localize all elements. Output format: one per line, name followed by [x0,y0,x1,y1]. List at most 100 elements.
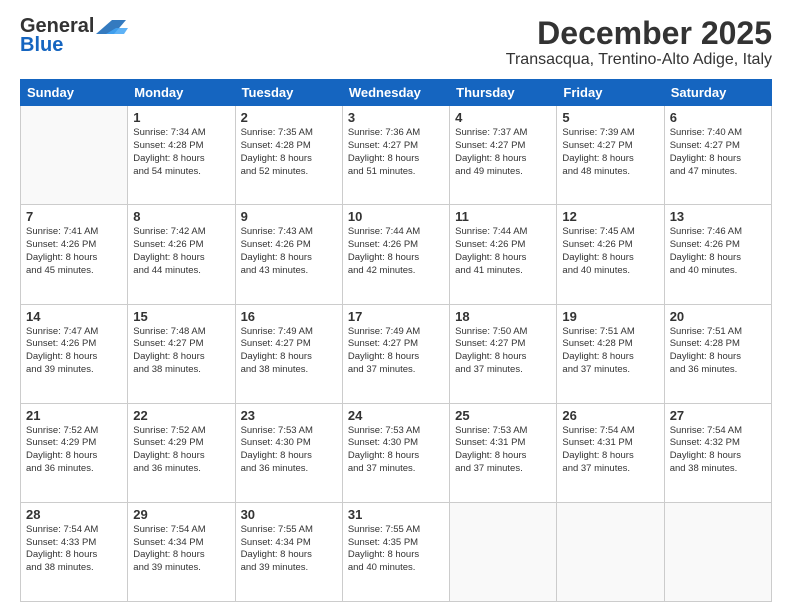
calendar-cell: 15 Sunrise: 7:48 AMSunset: 4:27 PMDayligh… [128,304,235,403]
calendar-subtitle: Transacqua, Trentino-Alto Adige, Italy [506,51,772,69]
day-info: Sunrise: 7:44 AMSunset: 4:26 PMDaylight:… [455,226,551,277]
calendar-cell: 5Sunrise: 7:39 AMSunset: 4:27 PMDaylight… [557,106,664,205]
calendar-cell: 30 Sunrise: 7:55 AMSunset: 4:34 PMDayligh… [235,502,342,601]
day-number: 14 [26,309,122,324]
calendar-cell [664,502,771,601]
calendar-cell: 11 Sunrise: 7:44 AMSunset: 4:26 PMDayligh… [450,205,557,304]
day-info: Sunrise: 7:34 AMSunset: 4:28 PMDaylight:… [133,127,229,178]
title-block: December 2025 Transacqua, Trentino-Alto … [506,16,772,69]
calendar-cell: 27Sunrise: 7:54 AMSunset: 4:32 PMDayligh… [664,403,771,502]
day-number: 27 [670,408,766,423]
day-header-thursday: Thursday [450,80,557,106]
calendar-cell: 19 Sunrise: 7:51 AMSunset: 4:28 PMDayligh… [557,304,664,403]
day-number: 17 [348,309,444,324]
day-number: 31 [348,507,444,522]
day-number: 11 [455,209,551,224]
day-number: 7 [26,209,122,224]
day-header-friday: Friday [557,80,664,106]
calendar-week-row: 14 Sunrise: 7:47 AMSunset: 4:26 PMDayligh… [21,304,772,403]
day-info: Sunrise: 7:49 AMSunset: 4:27 PMDaylight:… [241,326,337,377]
day-info: Sunrise: 7:47 AMSunset: 4:26 PMDaylight:… [26,326,122,377]
calendar-cell: 20 Sunrise: 7:51 AMSunset: 4:28 PMDayligh… [664,304,771,403]
day-info: Sunrise: 7:52 AMSunset: 4:29 PMDaylight:… [133,425,229,476]
calendar-title: December 2025 [506,16,772,51]
day-number: 10 [348,209,444,224]
day-number: 15 [133,309,229,324]
calendar-cell: 29Sunrise: 7:54 AMSunset: 4:34 PMDayligh… [128,502,235,601]
day-info: Sunrise: 7:44 AMSunset: 4:26 PMDaylight:… [348,226,444,277]
day-number: 30 [241,507,337,522]
logo-icon [96,16,128,36]
calendar-week-row: 7 Sunrise: 7:41 AMSunset: 4:26 PMDaylight… [21,205,772,304]
day-info: Sunrise: 7:48 AMSunset: 4:27 PMDaylight:… [133,326,229,377]
calendar-cell: 3 Sunrise: 7:36 AMSunset: 4:27 PMDaylight… [342,106,449,205]
day-info: Sunrise: 7:36 AMSunset: 4:27 PMDaylight:… [348,127,444,178]
day-info: Sunrise: 7:53 AMSunset: 4:30 PMDaylight:… [348,425,444,476]
day-header-saturday: Saturday [664,80,771,106]
day-number: 25 [455,408,551,423]
calendar-cell: 21 Sunrise: 7:52 AMSunset: 4:29 PMDayligh… [21,403,128,502]
day-number: 4 [455,110,551,125]
day-header-sunday: Sunday [21,80,128,106]
calendar-cell: 28Sunrise: 7:54 AMSunset: 4:33 PMDayligh… [21,502,128,601]
day-info: Sunrise: 7:43 AMSunset: 4:26 PMDaylight:… [241,226,337,277]
day-number: 16 [241,309,337,324]
day-info: Sunrise: 7:41 AMSunset: 4:26 PMDaylight:… [26,226,122,277]
calendar-cell: 12 Sunrise: 7:45 AMSunset: 4:26 PMDayligh… [557,205,664,304]
day-header-tuesday: Tuesday [235,80,342,106]
calendar-table: SundayMondayTuesdayWednesdayThursdayFrid… [20,79,772,602]
calendar-cell: 16 Sunrise: 7:49 AMSunset: 4:27 PMDayligh… [235,304,342,403]
day-info: Sunrise: 7:52 AMSunset: 4:29 PMDaylight:… [26,425,122,476]
day-number: 6 [670,110,766,125]
calendar-cell: 8 Sunrise: 7:42 AMSunset: 4:26 PMDaylight… [128,205,235,304]
calendar-week-row: 21 Sunrise: 7:52 AMSunset: 4:29 PMDayligh… [21,403,772,502]
day-info: Sunrise: 7:45 AMSunset: 4:26 PMDaylight:… [562,226,658,277]
day-info: Sunrise: 7:55 AMSunset: 4:34 PMDaylight:… [241,524,337,575]
day-number: 1 [133,110,229,125]
day-info: Sunrise: 7:46 AMSunset: 4:26 PMDaylight:… [670,226,766,277]
calendar-cell [21,106,128,205]
day-number: 9 [241,209,337,224]
day-info: Sunrise: 7:53 AMSunset: 4:30 PMDaylight:… [241,425,337,476]
calendar-cell: 31Sunrise: 7:55 AMSunset: 4:35 PMDayligh… [342,502,449,601]
day-info: Sunrise: 7:35 AMSunset: 4:28 PMDaylight:… [241,127,337,178]
calendar-header-row: SundayMondayTuesdayWednesdayThursdayFrid… [21,80,772,106]
calendar-cell: 4Sunrise: 7:37 AMSunset: 4:27 PMDaylight… [450,106,557,205]
page: General Blue December 2025 Transacqua, T… [0,0,792,612]
day-number: 3 [348,110,444,125]
day-number: 8 [133,209,229,224]
day-info: Sunrise: 7:40 AMSunset: 4:27 PMDaylight:… [670,127,766,178]
day-number: 2 [241,110,337,125]
calendar-cell: 6 Sunrise: 7:40 AMSunset: 4:27 PMDaylight… [664,106,771,205]
header: General Blue December 2025 Transacqua, T… [20,16,772,69]
day-info: Sunrise: 7:54 AMSunset: 4:31 PMDaylight:… [562,425,658,476]
day-info: Sunrise: 7:42 AMSunset: 4:26 PMDaylight:… [133,226,229,277]
day-info: Sunrise: 7:54 AMSunset: 4:34 PMDaylight:… [133,524,229,575]
calendar-cell: 18Sunrise: 7:50 AMSunset: 4:27 PMDayligh… [450,304,557,403]
day-header-monday: Monday [128,80,235,106]
day-info: Sunrise: 7:51 AMSunset: 4:28 PMDaylight:… [562,326,658,377]
calendar-cell: 22 Sunrise: 7:52 AMSunset: 4:29 PMDayligh… [128,403,235,502]
calendar-week-row: 28Sunrise: 7:54 AMSunset: 4:33 PMDayligh… [21,502,772,601]
logo: General Blue [20,16,128,57]
logo-text: General [20,16,94,36]
calendar-cell: 14 Sunrise: 7:47 AMSunset: 4:26 PMDayligh… [21,304,128,403]
day-number: 23 [241,408,337,423]
calendar-cell: 2 Sunrise: 7:35 AMSunset: 4:28 PMDaylight… [235,106,342,205]
day-number: 20 [670,309,766,324]
day-number: 22 [133,408,229,423]
calendar-cell: 26Sunrise: 7:54 AMSunset: 4:31 PMDayligh… [557,403,664,502]
day-number: 21 [26,408,122,423]
calendar-cell: 23 Sunrise: 7:53 AMSunset: 4:30 PMDayligh… [235,403,342,502]
day-number: 12 [562,209,658,224]
day-info: Sunrise: 7:39 AMSunset: 4:27 PMDaylight:… [562,127,658,178]
day-number: 19 [562,309,658,324]
day-number: 28 [26,507,122,522]
calendar-cell: 10 Sunrise: 7:44 AMSunset: 4:26 PMDayligh… [342,205,449,304]
day-info: Sunrise: 7:50 AMSunset: 4:27 PMDaylight:… [455,326,551,377]
day-number: 13 [670,209,766,224]
logo-blue-text: Blue [20,34,63,57]
calendar-cell: 17Sunrise: 7:49 AMSunset: 4:27 PMDayligh… [342,304,449,403]
calendar-cell: 9 Sunrise: 7:43 AMSunset: 4:26 PMDaylight… [235,205,342,304]
day-info: Sunrise: 7:51 AMSunset: 4:28 PMDaylight:… [670,326,766,377]
